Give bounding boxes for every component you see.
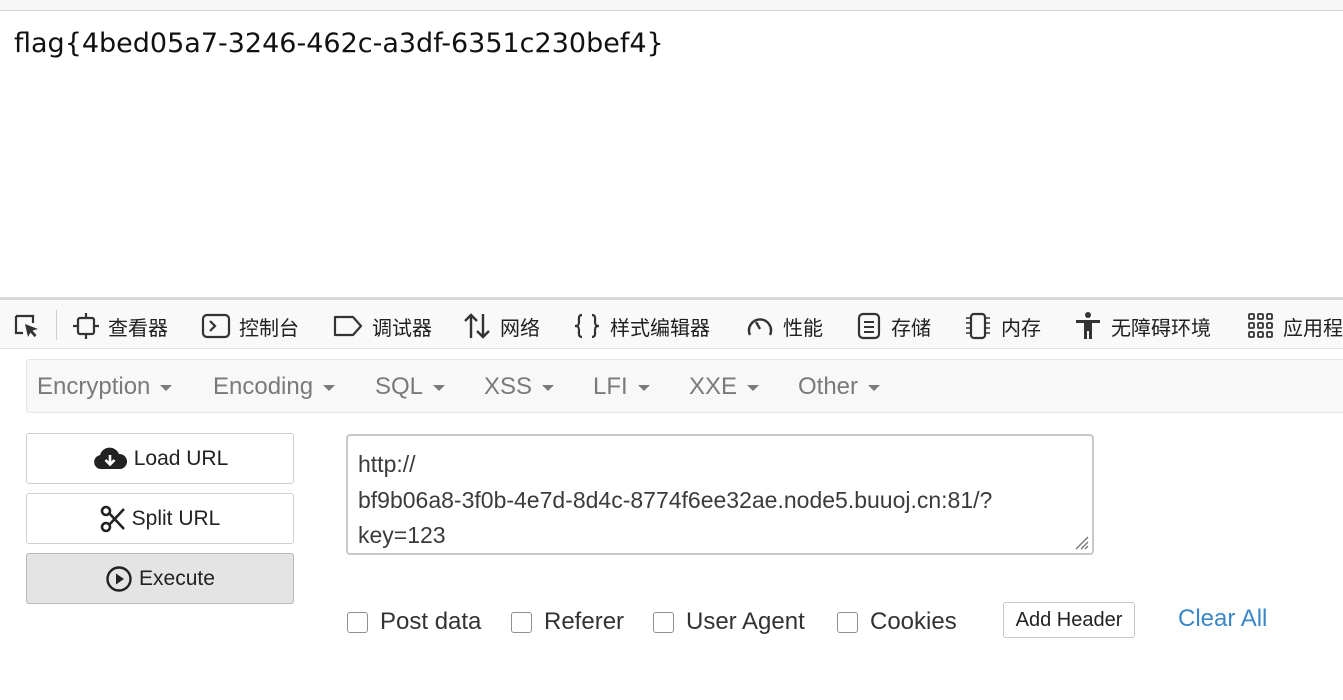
element-picker-button[interactable] xyxy=(12,312,42,340)
play-circle-icon xyxy=(106,565,132,592)
option-label: Referer xyxy=(544,608,625,635)
tab-inspector[interactable]: 查看器 xyxy=(72,310,168,342)
chevron-down-icon xyxy=(323,385,336,391)
tab-label: 存储 xyxy=(891,315,931,340)
execute-button[interactable]: Execute xyxy=(26,553,294,604)
application-icon xyxy=(1248,313,1273,338)
chevron-down-icon xyxy=(433,385,446,391)
cookies-checkbox[interactable] xyxy=(837,611,858,633)
menu-sql[interactable]: SQL xyxy=(375,372,446,402)
style-editor-icon xyxy=(574,313,600,339)
post-data-option[interactable]: Post data xyxy=(347,607,481,637)
toolbar-separator xyxy=(56,310,57,340)
load-url-button[interactable]: Load URL xyxy=(26,433,294,484)
tab-label: 控制台 xyxy=(239,315,299,340)
option-label: User Agent xyxy=(686,608,805,635)
performance-icon xyxy=(747,318,773,336)
post-data-checkbox[interactable] xyxy=(347,611,368,633)
page-top-edge xyxy=(0,0,1343,11)
menu-lfi[interactable]: LFI xyxy=(593,372,650,402)
user-agent-checkbox[interactable] xyxy=(653,611,674,633)
menu-label: LFI xyxy=(593,373,628,400)
tab-label: 查看器 xyxy=(108,315,168,340)
menu-xss[interactable]: XSS xyxy=(484,372,555,402)
storage-icon xyxy=(857,312,881,340)
menu-xxe[interactable]: XXE xyxy=(689,372,760,402)
add-header-button[interactable]: Add Header xyxy=(1003,602,1135,638)
tab-memory[interactable]: 内存 xyxy=(963,310,1041,342)
resize-grip-icon[interactable] xyxy=(1073,534,1089,550)
clear-all-link[interactable]: Clear All xyxy=(1178,605,1267,633)
devtools-toolbar: 查看器 控制台 调试器 网络 样式编辑器 性能 存储 内存 无障碍环境 应用程 xyxy=(0,297,1343,349)
element-picker-icon xyxy=(14,314,38,338)
network-icon xyxy=(464,313,490,339)
tab-storage[interactable]: 存储 xyxy=(855,310,931,342)
menu-encoding[interactable]: Encoding xyxy=(213,372,336,402)
button-label: Split URL xyxy=(131,506,221,530)
console-icon xyxy=(201,313,231,339)
scissors-icon xyxy=(100,505,125,532)
tab-label: 无障碍环境 xyxy=(1111,315,1211,340)
tab-performance[interactable]: 性能 xyxy=(745,310,823,342)
tab-label: 样式编辑器 xyxy=(610,315,710,340)
memory-icon xyxy=(966,312,990,340)
tab-network[interactable]: 网络 xyxy=(462,310,540,342)
menu-label: Encoding xyxy=(213,373,314,400)
option-label: Cookies xyxy=(870,608,957,635)
tab-label: 应用程 xyxy=(1283,315,1343,340)
menu-label: Other xyxy=(798,373,859,400)
menu-label: XSS xyxy=(484,373,533,400)
chevron-down-icon xyxy=(868,385,881,391)
url-textarea[interactable]: http:// bf9b06a8-3f0b-4e7d-8d4c-8774f6ee… xyxy=(346,434,1094,555)
button-label: Load URL xyxy=(133,446,229,470)
button-label: Execute xyxy=(139,566,215,590)
menu-label: XXE xyxy=(689,373,738,400)
flag-text: flag{4bed05a7-3246-462c-a3df-6351c230bef… xyxy=(14,28,664,59)
tab-label: 调试器 xyxy=(372,315,432,340)
user-agent-option[interactable]: User Agent xyxy=(653,607,805,637)
menu-other[interactable]: Other xyxy=(798,372,881,402)
cookies-option[interactable]: Cookies xyxy=(837,607,957,637)
tab-label: 内存 xyxy=(1001,315,1041,340)
tab-application[interactable]: 应用程 xyxy=(1247,310,1343,342)
option-label: Post data xyxy=(380,608,482,635)
chevron-down-icon xyxy=(747,385,760,391)
debugger-icon xyxy=(333,315,363,337)
inspector-icon xyxy=(73,313,99,339)
tab-style-editor[interactable]: 样式编辑器 xyxy=(572,310,710,342)
accessibility-icon xyxy=(1076,312,1100,339)
chevron-down-icon xyxy=(542,385,555,391)
hackbar-menu: Encryption Encoding SQL XSS LFI XXE Othe… xyxy=(26,359,1343,413)
tab-label: 网络 xyxy=(500,315,540,340)
url-line: http:// xyxy=(358,451,416,477)
menu-encryption[interactable]: Encryption xyxy=(37,372,173,402)
chevron-down-icon xyxy=(637,385,650,391)
menu-label: SQL xyxy=(375,373,424,400)
menu-label: Encryption xyxy=(37,373,151,400)
url-line: key=123 xyxy=(358,522,446,548)
cloud-download-icon xyxy=(93,447,127,469)
referer-option[interactable]: Referer xyxy=(511,607,624,637)
referer-checkbox[interactable] xyxy=(511,611,532,633)
split-url-button[interactable]: Split URL xyxy=(26,493,294,544)
tab-debugger[interactable]: 调试器 xyxy=(332,310,432,342)
tab-accessibility[interactable]: 无障碍环境 xyxy=(1073,310,1211,342)
url-line: bf9b06a8-3f0b-4e7d-8d4c-8774f6ee32ae.nod… xyxy=(358,486,993,513)
chevron-down-icon xyxy=(160,385,173,391)
tab-console[interactable]: 控制台 xyxy=(201,310,299,342)
tab-label: 性能 xyxy=(783,315,823,340)
